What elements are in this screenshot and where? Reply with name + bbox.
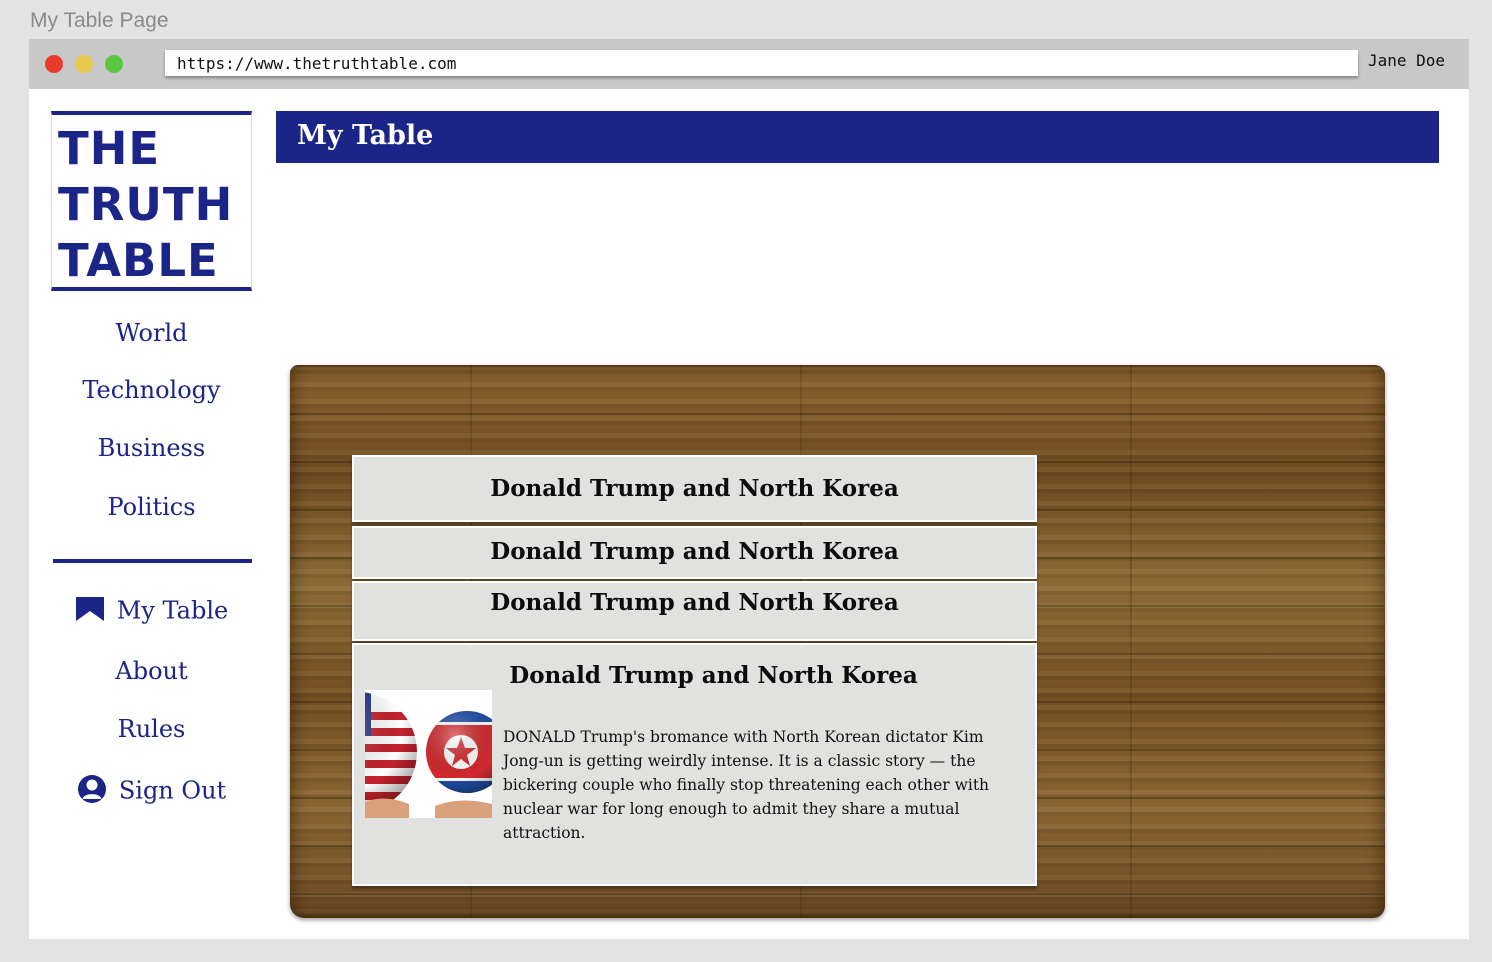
article-card[interactable]: Donald Trump and North Korea bbox=[352, 581, 1037, 641]
site-logo[interactable]: THE TRUTH TABLE bbox=[51, 111, 252, 291]
logo-line-table: TABLE bbox=[58, 234, 219, 287]
browser-window: https://www.thetruthtable.com Jane Doe T… bbox=[29, 39, 1469, 939]
article-card-title: Donald Trump and North Korea bbox=[509, 662, 918, 689]
logo-line-the: THE bbox=[58, 122, 161, 175]
bookmark-icon bbox=[75, 596, 105, 628]
nav-about-label: About bbox=[115, 657, 188, 685]
article-card-title: Donald Trump and North Korea bbox=[490, 589, 899, 616]
article-card[interactable]: Donald Trump and North Korea bbox=[352, 526, 1037, 579]
article-card-title: Donald Trump and North Korea bbox=[490, 475, 899, 502]
nav-world[interactable]: World bbox=[51, 319, 252, 347]
user-name[interactable]: Jane Doe bbox=[1368, 51, 1445, 70]
nav-sign-out[interactable]: Sign Out bbox=[51, 774, 252, 810]
sidebar-divider bbox=[53, 559, 252, 563]
article-card-title: Donald Trump and North Korea bbox=[490, 538, 899, 565]
article-card[interactable]: Donald Trump and North Korea bbox=[352, 455, 1037, 522]
logo-line-truth: TRUTH bbox=[58, 178, 234, 231]
article-image bbox=[365, 690, 492, 818]
nav-world-label: World bbox=[115, 319, 188, 347]
browser-toolbar: https://www.thetruthtable.com Jane Doe bbox=[29, 39, 1469, 89]
nav-politics[interactable]: Politics bbox=[51, 493, 252, 521]
nav-rules[interactable]: Rules bbox=[51, 715, 252, 743]
nav-politics-label: Politics bbox=[107, 493, 196, 521]
article-card-expanded[interactable]: Donald Trump and North Korea DONALD Trum… bbox=[352, 643, 1037, 886]
minimize-window-button[interactable] bbox=[75, 55, 93, 73]
close-window-button[interactable] bbox=[45, 55, 63, 73]
nav-technology[interactable]: Technology bbox=[51, 376, 252, 404]
nav-technology-label: Technology bbox=[82, 376, 221, 404]
user-account-icon bbox=[77, 774, 107, 810]
page-title-bar: My Table bbox=[276, 111, 1439, 163]
address-bar[interactable]: https://www.thetruthtable.com bbox=[165, 50, 1358, 76]
nav-about[interactable]: About bbox=[51, 657, 252, 685]
nav-my-table[interactable]: My Table bbox=[51, 596, 252, 628]
maximize-window-button[interactable] bbox=[105, 55, 123, 73]
page-caption: My Table Page bbox=[30, 9, 169, 32]
nav-rules-label: Rules bbox=[117, 715, 186, 743]
nav-sign-out-label: Sign Out bbox=[118, 776, 227, 805]
nav-business-label: Business bbox=[97, 434, 206, 462]
nav-business[interactable]: Business bbox=[51, 434, 252, 462]
nav-my-table-label: My Table bbox=[116, 596, 229, 625]
article-summary: DONALD Trump's bromance with North Korea… bbox=[503, 728, 990, 842]
page-title: My Table bbox=[297, 120, 434, 151]
